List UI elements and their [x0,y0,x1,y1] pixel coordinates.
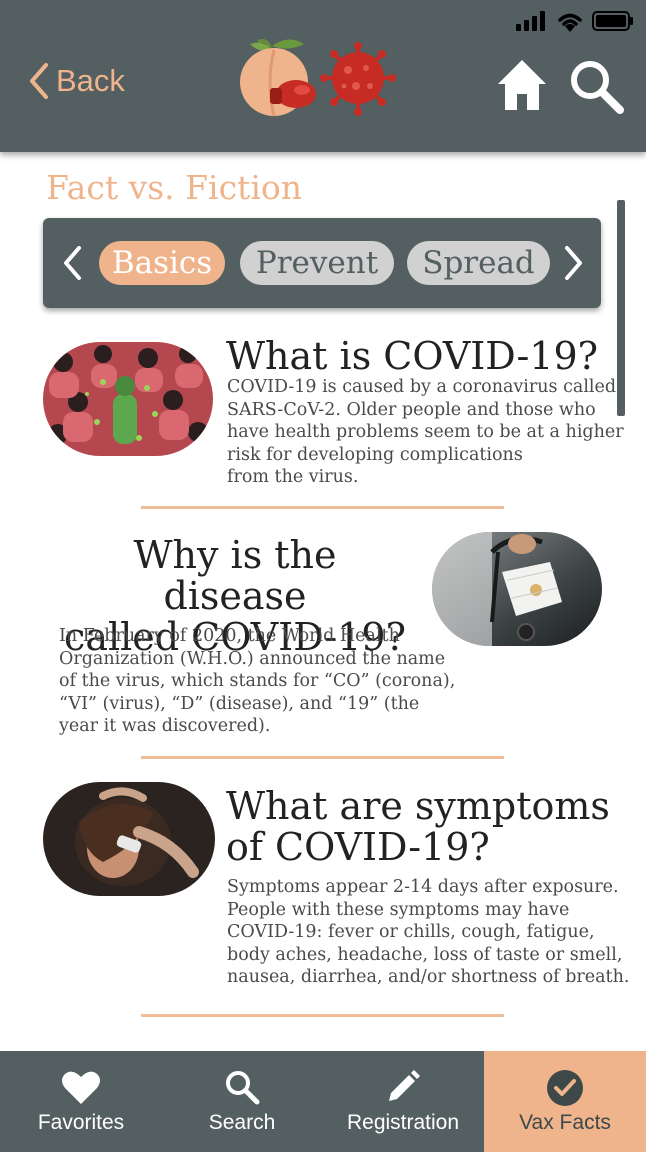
card-body-line: body aches, headache, loss of taste or s… [227,944,623,965]
divider [141,506,504,509]
home-icon [498,60,546,110]
divider [141,1014,504,1017]
card-body-line: Symptoms appear 2-14 days after exposure… [227,877,619,897]
card-body-line: risk for developing complications [227,444,523,465]
check-circle-icon [547,1070,583,1106]
card-title: What are symptoms of COVID-19? [226,786,610,868]
thermometer-check-photo [43,782,215,896]
battery-icon [592,11,633,31]
home-button[interactable] [496,58,548,116]
card-body-line: of the virus, which stands for “CO” (cor… [59,671,456,691]
tab-prevent[interactable]: Prevent [240,241,394,285]
nav-vax-facts-label: Vax Facts [519,1111,611,1134]
stethoscope-mask-photo [432,532,602,646]
card-title-line: Why is the disease [133,533,337,618]
cellular-signal-icon [516,11,545,31]
search-button[interactable] [568,58,624,118]
card-body-line: COVID-19 is caused by a coronavirus call… [227,377,617,397]
card-body-line: COVID-19: fever or chills, cough, fatigu… [227,922,595,942]
tab-basics[interactable]: Basics [99,241,225,285]
card-body-line: In February of 2020, the World Health [59,626,400,646]
nav-search[interactable]: Search [161,1051,323,1152]
card-body-line: year it was discovered). [59,716,271,736]
card-body-line: People with these symptoms may have [227,899,570,920]
search-icon [571,61,624,114]
heart-icon [62,1071,100,1104]
tab-next-arrow-icon[interactable] [563,245,585,281]
back-chevron-icon [30,63,48,99]
search-icon [226,1071,260,1105]
card-body: Symptoms appear 2-14 days after exposure… [227,876,629,989]
nav-registration[interactable]: Registration [322,1051,484,1152]
peach-vs-virus-logo [240,38,396,117]
card-body-line: have health problems seem to be at a hig… [227,422,624,442]
nav-vax-facts[interactable]: Vax Facts [484,1051,646,1152]
nav-registration-label: Registration [346,1111,460,1134]
back-label: Back [56,63,125,98]
pencil-icon [389,1070,420,1101]
card-title-line: What is COVID-19? [226,334,599,378]
card-title-line: of COVID-19? [226,825,490,869]
card-body-line: SARS-CoV-2. Older people and those who [227,399,596,420]
nav-favorites-label: Favorites [37,1111,125,1134]
status-bar [516,10,634,32]
tab-spread[interactable]: Spread [407,241,550,285]
nav-favorites[interactable]: Favorites [0,1051,162,1152]
divider [141,756,504,759]
card-body-line: Organization (W.H.O.) announced the name [59,648,446,669]
card-title: What is COVID-19? [226,336,598,377]
card-body: In February of 2020, the World Health Or… [59,625,455,738]
back-button[interactable]: Back [28,62,125,100]
category-tab-bar: Basics Prevent Spread [43,218,601,308]
card-body-line: from the virus. [227,467,359,487]
nav-search-label: Search [208,1111,276,1134]
bottom-navigation: Favorites Search Registration Vax Facts [0,1051,646,1152]
crowd-illustration-image [43,342,213,456]
wifi-icon [558,13,582,32]
card-body: COVID-19 is caused by a coronavirus call… [227,376,624,489]
card-body-line: nausea, diarrhea, and/or shortness of br… [227,967,630,987]
tab-prev-arrow-icon[interactable] [61,245,83,281]
card-title-line: What are symptoms [226,784,610,828]
app-header: Back [0,0,646,152]
card-body-line: “VI” (virus), “D” (disease), and “19” (t… [59,693,420,714]
page-title: Fact vs. Fiction [46,168,302,207]
